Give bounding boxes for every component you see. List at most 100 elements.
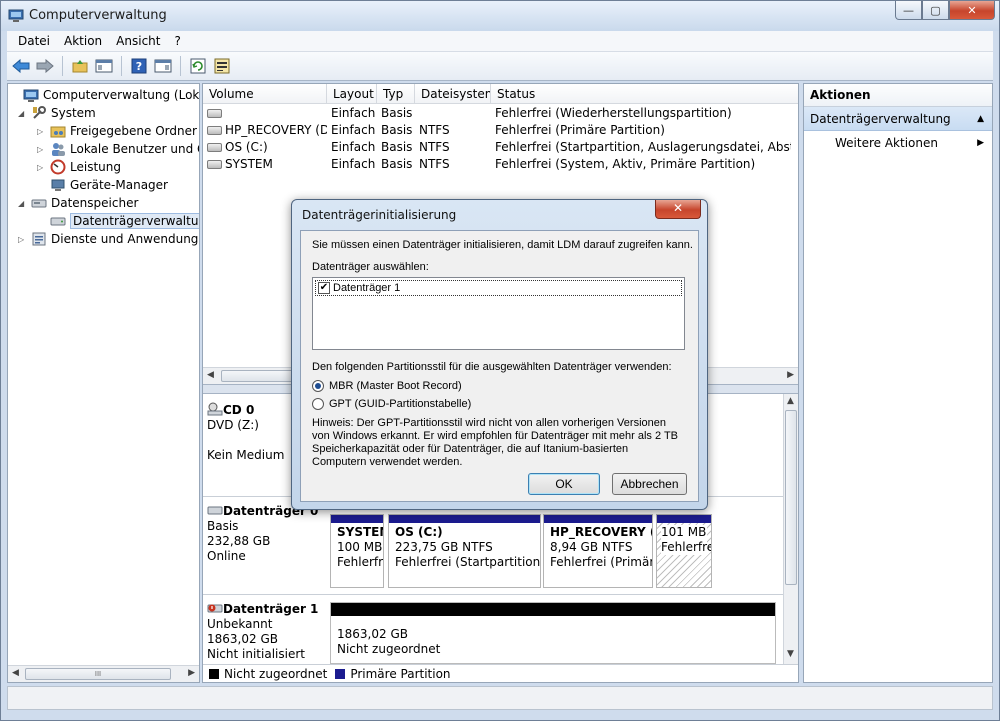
up-folder-button[interactable] (70, 56, 90, 76)
disk0-state: Online (207, 549, 246, 563)
gpt-radio[interactable] (312, 398, 324, 410)
tree-item-freigegebene-ordner[interactable]: ▷ Freigegebene Ordner (37, 122, 197, 140)
system-tools-icon (33, 106, 46, 119)
partition-recovery[interactable]: 101 MB Fehlerfrei (656, 514, 712, 588)
cancel-button[interactable]: Abbrechen (612, 473, 687, 495)
option-gpt[interactable]: GPT (GUID-Partitionstabelle) (312, 398, 471, 410)
disk0-info[interactable]: Datenträger 0 Basis 232,88 GB Online (207, 504, 325, 564)
unallocated-space[interactable]: 1863,02 GB Nicht zugeordnet (330, 602, 776, 664)
scroll-up-icon[interactable]: ▲ (787, 396, 794, 406)
scroll-right-icon[interactable]: ▶ (787, 370, 794, 380)
volume-filesystem: NTFS (419, 140, 450, 154)
actions-section-label: Datenträgerverwaltung (810, 112, 951, 126)
volume-layout: Einfach (331, 140, 376, 154)
tree-expander[interactable]: ▷ (18, 235, 28, 244)
collapse-icon[interactable]: ▲ (977, 107, 984, 131)
tree-horizontal-scrollbar[interactable]: ◀ III ▶ (8, 665, 199, 682)
tree-item-label: System (51, 106, 96, 120)
tree-expander[interactable]: ▷ (37, 145, 47, 154)
volume-drive-icon (207, 109, 222, 118)
show-hide-action-pane-button[interactable] (153, 56, 173, 76)
column-header-volume[interactable]: Volume (203, 84, 327, 104)
menu-aktion[interactable]: Aktion (57, 34, 109, 48)
back-arrow-icon (12, 59, 30, 73)
tree-item-leistung[interactable]: ▷ Leistung (37, 158, 121, 176)
partition-os[interactable]: OS (C:) 223,75 GB NTFS Fehlerfrei (Start… (388, 514, 541, 588)
ok-button[interactable]: OK (528, 473, 600, 495)
toolbar-separator (180, 56, 181, 76)
tree-item-label: Geräte-Manager (70, 178, 168, 192)
partition-name: OS (C:) (395, 525, 443, 539)
scrollbar-thumb[interactable] (785, 410, 797, 585)
disk-checkbox[interactable]: ✔ (318, 282, 330, 294)
partition-status: Fehlerfrei (337, 555, 383, 569)
volume-row[interactable]: SYSTEM Einfach Basis NTFS Fehlerfrei (Sy… (203, 156, 791, 173)
tree-expander[interactable]: ◢ (18, 199, 28, 208)
unallocated-label: Nicht zugeordnet (337, 642, 441, 656)
minimize-button[interactable]: — (895, 1, 922, 20)
volume-filesystem: NTFS (419, 123, 450, 137)
toolbar-separator (62, 56, 63, 76)
scrollbar-thumb[interactable]: III (25, 668, 171, 680)
maximize-button[interactable]: ▢ (922, 1, 949, 20)
menu-ansicht[interactable]: Ansicht (109, 34, 167, 48)
disk1-info[interactable]: Datenträger 1 Unbekannt 1863,02 GB Nicht… (207, 602, 325, 662)
scroll-left-icon[interactable]: ◀ (207, 370, 214, 380)
tree-expander[interactable]: ◢ (18, 109, 28, 118)
scroll-left-icon[interactable]: ◀ (12, 668, 19, 678)
tree-expander[interactable]: ▷ (37, 163, 47, 172)
volume-name: OS (C:) (225, 140, 268, 154)
title-bar[interactable]: Computerverwaltung — ▢ ✕ (1, 1, 999, 31)
refresh-button[interactable] (188, 56, 208, 76)
action-weitere-aktionen[interactable]: Weitere Aktionen ▶ (804, 131, 992, 155)
shared-folder-icon (50, 126, 66, 138)
action-pane-icon (154, 59, 172, 73)
disk-graph-vertical-scrollbar[interactable]: ▲ ▼ (783, 394, 798, 664)
tree-item-geraete-manager[interactable]: Geräte-Manager (37, 176, 168, 194)
volume-name: HP_RECOVERY (D:) (225, 123, 327, 137)
column-header-typ[interactable]: Typ (377, 84, 415, 104)
volume-filesystem: NTFS (419, 157, 450, 171)
refresh-icon (190, 58, 206, 74)
partition-system[interactable]: SYSTEM 100 MB Fehlerfrei (330, 514, 384, 588)
properties-button[interactable] (212, 56, 232, 76)
tree-item-datenspeicher[interactable]: ◢ Datenspeicher (18, 194, 138, 212)
partition-name: SYSTEM (337, 525, 383, 539)
show-hide-tree-button[interactable] (94, 56, 114, 76)
partition-hp-recovery[interactable]: HP_RECOVERY (D 8,94 GB NTFS Fehlerfrei (… (543, 514, 653, 588)
tree-expander[interactable]: ▷ (37, 127, 47, 136)
device-manager-icon (51, 179, 65, 191)
column-header-dateisystem[interactable]: Dateisystem (415, 84, 491, 104)
mbr-radio[interactable] (312, 380, 324, 392)
tree-item-lokale-benutzer[interactable]: ▷ Lokale Benutzer und Gr (37, 140, 199, 158)
cd-drive-icon (207, 402, 223, 416)
volume-row[interactable]: Einfach Basis Fehlerfrei (Wiederherstell… (203, 105, 791, 122)
column-header-status[interactable]: Status (491, 84, 798, 104)
partition-size: 101 MB (661, 525, 707, 540)
tree-item-dienste-und-anwendungen[interactable]: ▷ Dienste und Anwendungen (18, 230, 199, 248)
menu-help[interactable]: ? (167, 34, 187, 48)
option-mbr[interactable]: MBR (Master Boot Record) (312, 380, 462, 392)
tree-item-computerverwaltung[interactable]: Computerverwaltung (Lokal) (10, 86, 199, 104)
partition-size: 100 MB (337, 540, 383, 554)
back-button[interactable] (11, 56, 31, 76)
volume-list-header: Volume Layout Typ Dateisystem Status (203, 84, 798, 104)
tree-item-system[interactable]: ◢ System (18, 104, 96, 122)
disk-select-list[interactable]: ✔ Datenträger 1 (312, 277, 685, 350)
scroll-down-icon[interactable]: ▼ (787, 649, 794, 659)
close-button[interactable]: ✕ (949, 1, 995, 20)
disk-select-label: Datenträger auswählen: (312, 261, 429, 273)
volume-row[interactable]: OS (C:) Einfach Basis NTFS Fehlerfrei (S… (203, 139, 791, 156)
actions-section-datentraegerverwaltung[interactable]: Datenträgerverwaltung ▲ (804, 107, 992, 131)
dialog-close-button[interactable]: ✕ (655, 200, 701, 219)
help-button[interactable]: ? (129, 56, 149, 76)
column-header-layout[interactable]: Layout (327, 84, 377, 104)
disk-list-item[interactable]: ✔ Datenträger 1 (315, 280, 682, 296)
properties-icon (214, 58, 230, 74)
forward-button[interactable] (35, 56, 55, 76)
menu-bar: Datei Aktion Ansicht ? (7, 31, 993, 52)
tree-item-datentraegerverwaltung[interactable]: Datenträgerverwaltung (37, 212, 199, 230)
volume-row[interactable]: HP_RECOVERY (D:) Einfach Basis NTFS Fehl… (203, 122, 791, 139)
scroll-right-icon[interactable]: ▶ (188, 668, 195, 678)
menu-datei[interactable]: Datei (11, 34, 57, 48)
